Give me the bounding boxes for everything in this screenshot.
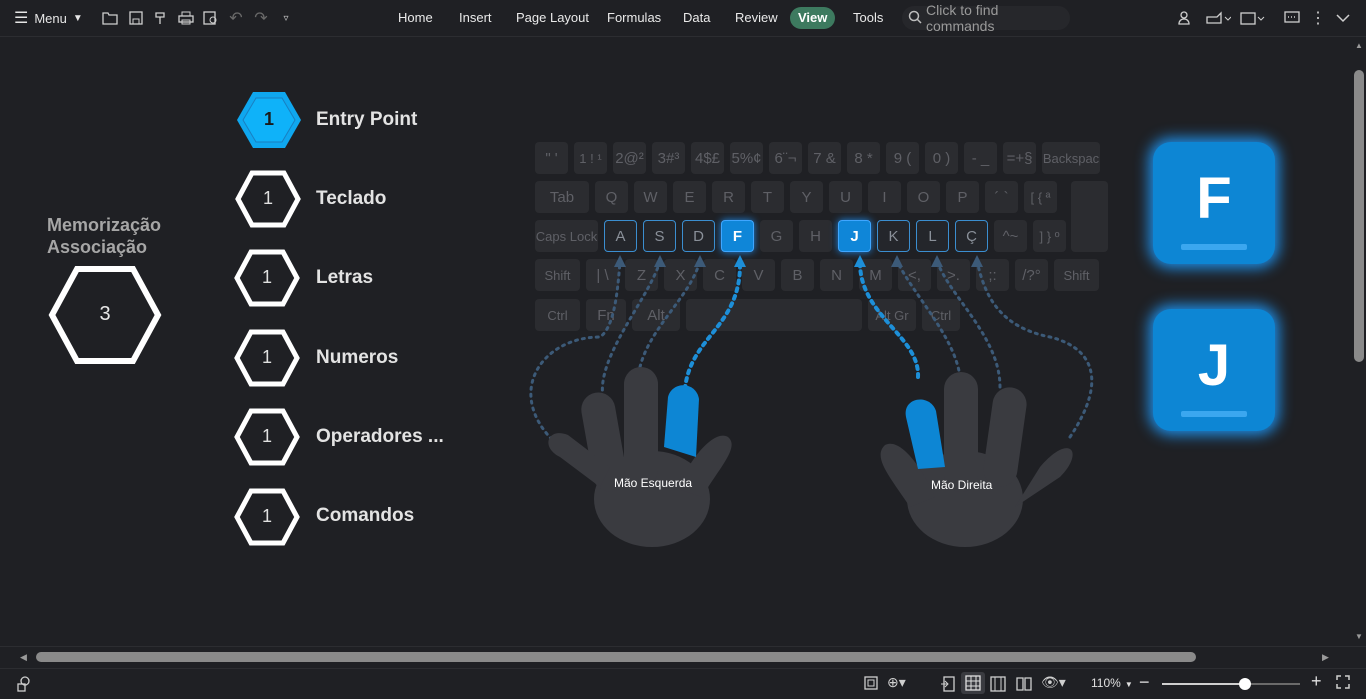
share-icon[interactable] — [1204, 8, 1232, 28]
tab-data[interactable]: Data — [675, 7, 718, 29]
page-break-view-icon[interactable] — [1016, 676, 1032, 697]
scroll-right-icon[interactable]: ▶ — [1322, 652, 1329, 663]
search-icon — [908, 10, 922, 27]
more-options-icon[interactable]: ⋮ — [1308, 8, 1328, 28]
cross-view-icon[interactable]: ⊕▾ — [887, 674, 906, 691]
tab-review[interactable]: Review — [727, 7, 786, 29]
page-view-icon[interactable] — [864, 676, 878, 695]
big-key-f-bar — [1181, 244, 1247, 250]
hamburger-icon: ☰ — [14, 10, 29, 27]
command-search[interactable]: Click to find commands — [902, 2, 1070, 34]
redo-icon[interactable]: ↷ — [251, 8, 271, 28]
status-bar: ⊕▾ 👁▾ 110% ▼ − + — [0, 668, 1366, 699]
hands-illustration — [529, 255, 1094, 547]
menu-button[interactable]: ☰ Menu ▼ — [14, 0, 83, 36]
right-hand — [880, 372, 1073, 547]
vertical-scroll-thumb[interactable] — [1354, 70, 1364, 362]
zoom-in-button[interactable]: + — [1311, 671, 1322, 692]
tab-tools[interactable]: Tools — [845, 7, 891, 29]
big-key-f-letter: F — [1196, 165, 1232, 231]
right-middle-path — [895, 259, 962, 379]
zoom-chevron-icon: ▼ — [1124, 680, 1133, 689]
print-preview-icon[interactable] — [201, 8, 221, 28]
macro-record-icon[interactable] — [15, 675, 33, 698]
big-key-j: J — [1153, 309, 1275, 431]
tab-page-layout[interactable]: Page Layout — [508, 7, 597, 29]
zoom-level-dropdown[interactable]: 110% ▼ — [1091, 676, 1133, 690]
collapse-ribbon-icon[interactable] — [1333, 8, 1353, 28]
left-hand — [548, 367, 732, 547]
search-placeholder: Click to find commands — [926, 2, 999, 34]
cloud-sync-icon[interactable] — [1238, 8, 1266, 28]
left-hand-label: Mão Esquerda — [614, 476, 693, 490]
share-user-icon[interactable] — [1175, 8, 1195, 28]
open-folder-icon[interactable] — [100, 8, 120, 28]
right-index-arrowhead — [854, 255, 866, 267]
eye-protection-icon[interactable]: 👁▾ — [1041, 674, 1066, 691]
left-index-finger — [664, 385, 699, 457]
fullscreen-icon[interactable] — [1336, 675, 1350, 694]
tab-view[interactable]: View — [790, 7, 836, 29]
scroll-left-icon[interactable]: ◀ — [20, 652, 27, 663]
tab-formulas[interactable]: Formulas — [599, 7, 669, 29]
slide-canvas: Memorização Associação 3 1 Entry Point 1… — [0, 37, 1352, 646]
format-painter-icon[interactable] — [151, 8, 171, 28]
chevron-down-icon: ▼ — [72, 12, 83, 24]
zoom-slider-knob[interactable] — [1238, 678, 1251, 690]
right-ring-path — [935, 259, 1002, 389]
read-mode-icon[interactable] — [940, 676, 956, 697]
big-key-j-letter: J — [1197, 332, 1231, 398]
more-dropdown-icon[interactable]: ▿ — [276, 8, 296, 28]
print-icon[interactable] — [176, 8, 196, 28]
right-index-path — [858, 263, 921, 379]
zoom-slider[interactable] — [1162, 678, 1300, 690]
menu-label: Menu — [34, 10, 67, 26]
scroll-up-icon[interactable]: ▲ — [1355, 41, 1363, 50]
left-index-arrowhead — [734, 255, 746, 267]
zoom-level-value: 110% — [1091, 676, 1121, 690]
tab-home[interactable]: Home — [390, 7, 441, 29]
comment-icon[interactable] — [1282, 8, 1302, 28]
page-layout-view-icon[interactable] — [990, 676, 1006, 697]
big-key-j-bar — [1181, 411, 1247, 417]
save-icon[interactable] — [126, 8, 146, 28]
zoom-out-button[interactable]: − — [1139, 672, 1150, 693]
normal-view-icon[interactable] — [961, 672, 985, 694]
zoom-slider-fill — [1162, 683, 1245, 685]
undo-icon[interactable]: ↶ — [226, 8, 246, 28]
scroll-down-icon[interactable]: ▼ — [1355, 632, 1363, 641]
left-middle-path — [638, 259, 702, 369]
tab-insert[interactable]: Insert — [451, 7, 500, 29]
big-key-f: F — [1153, 142, 1275, 264]
horizontal-scroll-thumb[interactable] — [36, 652, 1196, 662]
right-hand-label: Mão Direita — [931, 478, 993, 492]
top-toolbar: ☰ Menu ▼ ↶ ↷ ▿ Home Insert Page Layout F… — [0, 0, 1366, 37]
left-index-path — [683, 263, 742, 391]
